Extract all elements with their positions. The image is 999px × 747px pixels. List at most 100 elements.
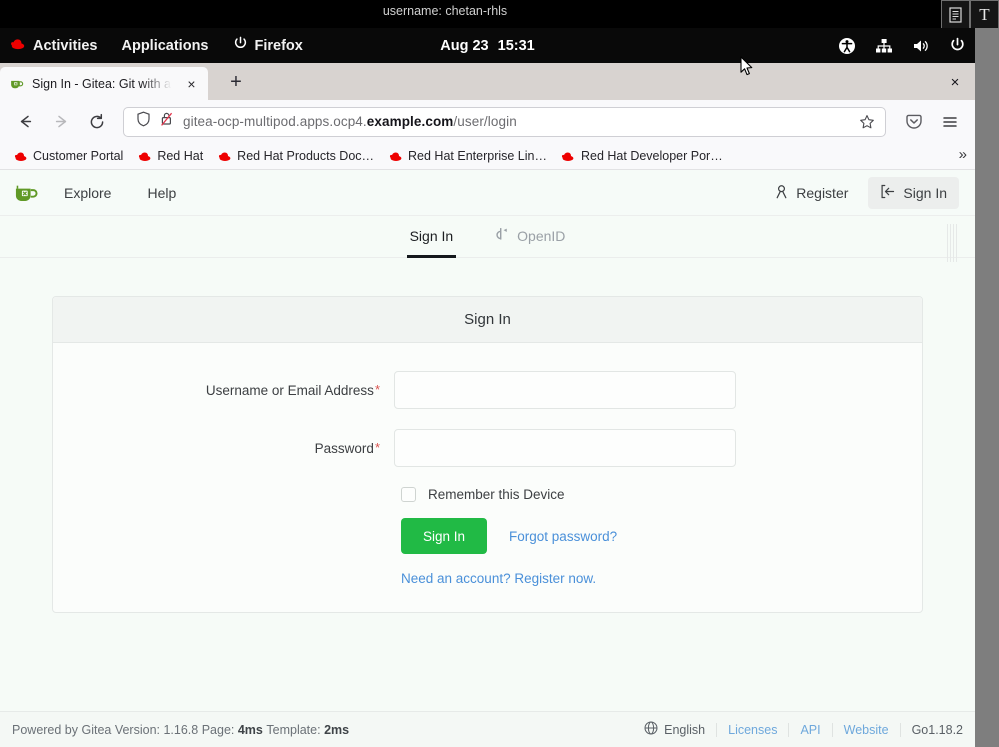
tab-openid-label: OpenID [517,228,565,244]
volume-icon[interactable] [911,36,930,55]
user-icon [774,184,789,202]
gitea-logo-icon[interactable] [12,178,42,208]
register-now-link[interactable]: Need an account? Register now. [401,571,596,586]
decorative-lines [947,224,963,262]
redhat-icon [137,150,152,162]
new-tab-button[interactable]: + [220,67,252,97]
pocket-icon[interactable] [898,106,930,138]
redhat-icon [561,150,576,162]
password-label: Password* [53,440,394,456]
forward-icon [45,106,77,138]
register-row: Need an account? Register now. [53,571,922,586]
document-icon[interactable] [941,0,970,30]
back-icon[interactable] [9,106,41,138]
password-row: Password* [53,429,922,467]
gitea-footer: Powered by Gitea Version: 1.16.8 Page: 4… [0,711,975,747]
text-tool-button[interactable]: T [970,0,999,30]
vm-username-label: username: chetan-rhls [0,1,890,21]
footer-link-licenses[interactable]: Licenses [716,723,788,737]
power-icon[interactable] [948,36,967,55]
browser-tabstrip: Sign In - Gitea: Git with a c × + × [0,63,975,100]
globe-icon [644,721,658,738]
firefox-label: Firefox [255,38,303,54]
forgot-password-link[interactable]: Forgot password? [509,529,617,544]
bookmarks-overflow-icon[interactable]: » [959,146,967,163]
bookmark-item[interactable]: Red Hat [130,147,210,165]
tab-signin[interactable]: Sign In [407,216,457,258]
redhat-icon [388,150,403,162]
clock-time: 15:31 [498,38,535,54]
password-input[interactable] [394,429,736,467]
bookmark-label: Red Hat [157,149,203,163]
bookmark-label: Customer Portal [33,149,123,163]
bookmarks-toolbar: Customer Portal Red Hat Red Hat Products… [0,143,975,170]
sign-in-icon [880,184,896,202]
language-selector[interactable]: English [644,721,716,738]
openid-icon [493,226,509,245]
firefox-window: Sign In - Gitea: Git with a c × + × [0,63,975,747]
close-icon[interactable]: × [183,75,200,92]
required-marker: * [375,382,380,397]
reload-icon[interactable] [81,106,113,138]
window-close-icon[interactable]: × [945,72,965,92]
bookmark-item[interactable]: Customer Portal [6,147,130,165]
url-domain: example.com [367,114,454,129]
applications-menu[interactable]: Applications [109,28,220,63]
username-row: Username or Email Address* [53,371,922,409]
signin-submit-button[interactable]: Sign In [401,518,487,554]
bookmark-star-icon[interactable] [858,113,875,130]
browser-navbar: gitea-ocp-multipod.apps.ocp4.example.com… [0,100,975,143]
username-label: Username or Email Address* [53,382,394,398]
browser-tab-title: Sign In - Gitea: Git with a c [32,77,176,91]
accessibility-icon[interactable] [837,36,856,55]
footer-links: English Licenses API Website Go1.18.2 [644,721,963,738]
gitea-favicon-icon [9,76,25,92]
nav-link-help[interactable]: Help [133,185,190,201]
tab-openid[interactable]: OpenID [490,216,568,258]
lock-broken-icon[interactable] [160,111,174,132]
footer-page-time: 4ms [238,723,263,737]
redhat-icon [13,150,28,162]
signin-form: Username or Email Address* Password* Rem… [53,343,922,612]
username-input[interactable] [394,371,736,409]
gitea-page: Explore Help Register Sign In [0,170,975,747]
bookmark-label: Red Hat Enterprise Lin… [408,149,547,163]
signin-button-nav[interactable]: Sign In [868,177,959,209]
page-body: Sign In Username or Email Address* Passw… [0,258,975,613]
actions-row: Sign In Forgot password? [53,518,922,554]
address-bar[interactable]: gitea-ocp-multipod.apps.ocp4.example.com… [123,107,886,137]
browser-tab-signin[interactable]: Sign In - Gitea: Git with a c × [0,67,208,100]
gnome-top-panel: Activities Applications Firefox Aug 23 1… [0,28,975,63]
shield-icon[interactable] [136,111,151,132]
signin-card-title: Sign In [53,297,922,343]
firefox-icon [233,36,248,55]
activities-button[interactable]: Activities [0,28,109,63]
clock-date: Aug 23 [440,38,488,54]
bookmark-label: Red Hat Developer Por… [581,149,723,163]
footer-template-time: 2ms [324,723,349,737]
register-button[interactable]: Register [762,177,860,209]
desktop-gutter [975,28,999,747]
footer-link-website[interactable]: Website [832,723,900,737]
bookmark-item[interactable]: Red Hat Developer Por… [554,147,730,165]
footer-link-api[interactable]: API [788,723,831,737]
app-menu-firefox[interactable]: Firefox [221,28,315,63]
nav-link-explore[interactable]: Explore [50,185,125,201]
url-path: /user/login [453,114,516,129]
auth-tabs: Sign In OpenID [0,216,975,258]
remember-device-label: Remember this Device [428,487,565,502]
footer-go-version: Go1.18.2 [900,723,963,737]
signin-card: Sign In Username or Email Address* Passw… [52,296,923,613]
url-prefix: gitea-ocp-multipod.apps.ocp4. [183,114,367,129]
language-label: English [664,723,705,737]
network-icon[interactable] [874,36,893,55]
system-status-area[interactable] [837,28,967,63]
bookmark-item[interactable]: Red Hat Products Doc… [210,147,381,165]
bookmark-label: Red Hat Products Doc… [237,149,374,163]
remember-device-checkbox[interactable] [401,487,416,502]
menu-icon[interactable] [934,106,966,138]
signin-label-nav: Sign In [903,185,947,201]
remember-row: Remember this Device [53,487,922,502]
tab-signin-label: Sign In [410,228,454,244]
bookmark-item[interactable]: Red Hat Enterprise Lin… [381,147,554,165]
